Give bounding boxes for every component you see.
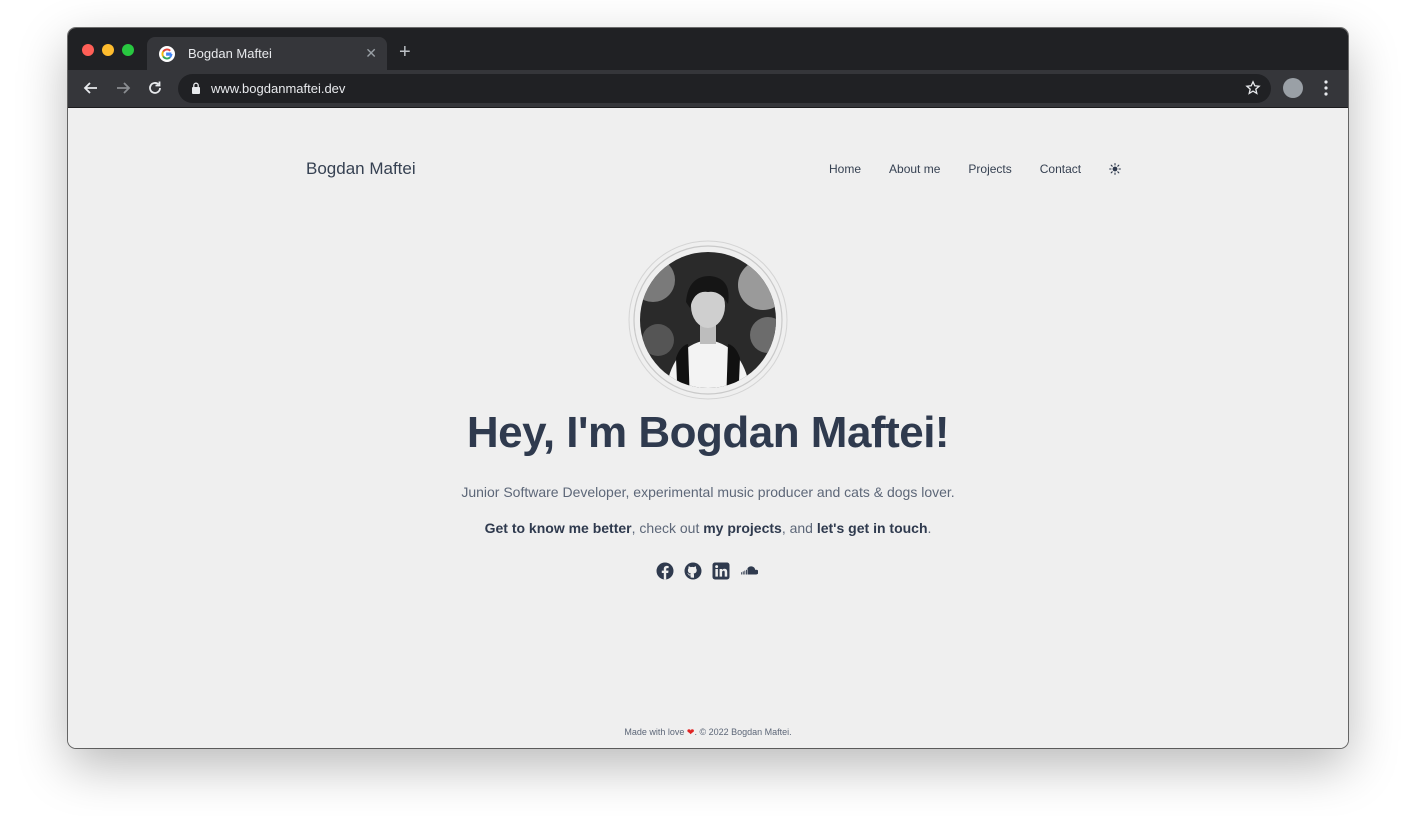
close-window-button[interactable] <box>82 44 94 56</box>
minimize-window-button[interactable] <box>102 44 114 56</box>
linkedin-icon[interactable] <box>712 562 730 580</box>
hero-cta: Get to know me better, check out my proj… <box>68 520 1348 536</box>
star-icon[interactable] <box>1245 80 1261 96</box>
github-icon[interactable] <box>684 562 702 580</box>
google-favicon-icon <box>159 46 175 62</box>
close-tab-icon[interactable]: ✕ <box>365 45 377 61</box>
reload-icon[interactable] <box>146 79 164 97</box>
browser-titlebar: Bogdan Maftei ✕ + <box>68 28 1348 70</box>
browser-window: Bogdan Maftei ✕ + www.bogdanmaftei.dev B… <box>68 28 1348 748</box>
footer: Made with love ❤. © 2022 Bogdan Maftei. <box>68 727 1348 738</box>
avatar <box>628 240 788 400</box>
nav-contact[interactable]: Contact <box>1040 162 1081 176</box>
kebab-menu-icon[interactable] <box>1322 79 1330 97</box>
nav-about[interactable]: About me <box>889 162 940 176</box>
tab-title: Bogdan Maftei <box>188 46 272 61</box>
maximize-window-button[interactable] <box>122 44 134 56</box>
hero-subtitle: Junior Software Developer, experimental … <box>461 484 955 500</box>
hero-title: Hey, I'm Bogdan Maftei! <box>466 408 950 457</box>
nav-home[interactable]: Home <box>829 162 861 176</box>
url-text: www.bogdanmaftei.dev <box>211 81 346 96</box>
arrow-right-icon[interactable] <box>114 79 132 97</box>
projects-link[interactable]: my projects <box>703 520 782 536</box>
facebook-icon[interactable] <box>656 562 674 580</box>
contact-link[interactable]: let's get in touch <box>817 520 928 536</box>
arrow-left-icon[interactable] <box>82 79 100 97</box>
browser-toolbar: www.bogdanmaftei.dev <box>68 70 1348 108</box>
footer-text: Made with love <box>624 727 685 737</box>
soundcloud-icon[interactable] <box>740 562 758 580</box>
main-nav: Home About me Projects Contact <box>829 162 1122 176</box>
sun-icon[interactable] <box>1109 163 1122 175</box>
footer-copyright: . © 2022 Bogdan Maftei. <box>694 727 792 737</box>
lock-icon <box>192 82 200 94</box>
nav-projects[interactable]: Projects <box>968 162 1011 176</box>
profile-avatar[interactable] <box>1283 78 1303 98</box>
new-tab-icon[interactable]: + <box>399 42 411 62</box>
browser-tab[interactable]: Bogdan Maftei ✕ <box>147 37 387 70</box>
social-links <box>656 562 768 580</box>
cta-separator: , and <box>781 520 817 536</box>
site-logo[interactable]: Bogdan Maftei <box>306 159 416 179</box>
web-page: Bogdan Maftei Home About me Projects Con… <box>68 108 1348 748</box>
about-link[interactable]: Get to know me better <box>485 520 632 536</box>
cta-separator: , check out <box>631 520 704 536</box>
address-bar[interactable]: www.bogdanmaftei.dev <box>178 74 1271 103</box>
cta-end: . <box>927 520 932 536</box>
